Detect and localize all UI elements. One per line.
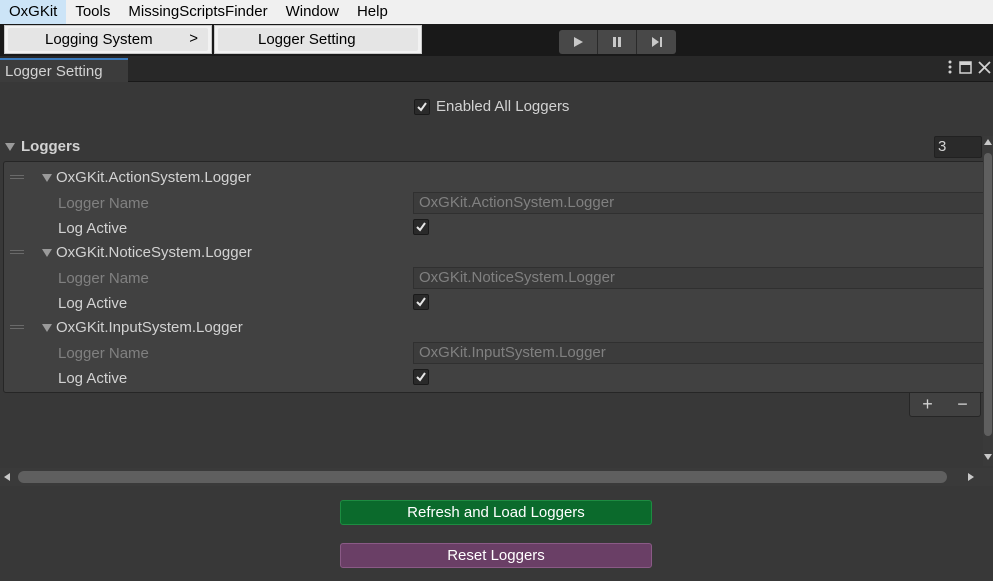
- logger-foldout[interactable]: OxGKit.NoticeSystem.Logger: [42, 244, 252, 261]
- more-options-icon[interactable]: [947, 60, 953, 74]
- drag-handle-icon[interactable]: [10, 175, 24, 179]
- foldout-arrow-icon: [42, 248, 52, 257]
- log-active-label: Log Active: [58, 220, 128, 237]
- menu-item-label: Logger Setting: [258, 31, 356, 48]
- logger-title: OxGKit.InputSystem.Logger: [56, 319, 243, 336]
- checkmark-icon: [416, 372, 426, 382]
- logger-name-label: Logger Name: [58, 270, 149, 287]
- logger-foldout[interactable]: OxGKit.ActionSystem.Logger: [42, 169, 251, 186]
- loggers-list: OxGKit.ActionSystem.Logger Logger Name O…: [3, 161, 993, 393]
- maximize-icon[interactable]: [959, 60, 972, 74]
- list-add-remove-footer: + −: [909, 393, 981, 417]
- checkmark-icon: [416, 297, 426, 307]
- logging-system-submenu: Logger Setting: [214, 25, 422, 54]
- horizontal-scroll-thumb[interactable]: [18, 471, 947, 483]
- foldout-arrow-icon: [42, 173, 52, 182]
- list-item: OxGKit.NoticeSystem.Logger Logger Name O…: [4, 237, 993, 312]
- menu-help[interactable]: Help: [348, 0, 397, 24]
- enabled-all-loggers-label: Enabled All Loggers: [436, 98, 570, 115]
- play-controls: [559, 30, 676, 54]
- menu-window[interactable]: Window: [277, 0, 348, 24]
- submenu-arrow-icon: >: [189, 30, 198, 47]
- vertical-scroll-thumb[interactable]: [984, 153, 992, 436]
- enabled-all-loggers-row: Enabled All Loggers: [414, 98, 569, 115]
- drag-handle-icon[interactable]: [10, 250, 24, 254]
- tab-title: Logger Setting: [5, 63, 103, 80]
- list-item: OxGKit.ActionSystem.Logger Logger Name O…: [4, 162, 993, 237]
- loggers-count-field[interactable]: 3: [934, 136, 982, 158]
- logger-title: OxGKit.ActionSystem.Logger: [56, 169, 252, 186]
- reset-loggers-button[interactable]: Reset Loggers: [340, 543, 652, 568]
- logger-foldout[interactable]: OxGKit.InputSystem.Logger: [42, 319, 243, 336]
- tab-bar: Logger Setting: [0, 56, 993, 82]
- refresh-load-loggers-button[interactable]: Refresh and Load Loggers: [340, 500, 652, 525]
- menu-item-label: Logging System: [45, 31, 153, 48]
- logger-name-label: Logger Name: [58, 345, 149, 362]
- oxgkit-dropdown: Logging System >: [4, 25, 212, 54]
- logger-title: OxGKit.NoticeSystem.Logger: [56, 244, 252, 261]
- tab-controls: [947, 60, 991, 74]
- scroll-up-arrow-icon[interactable]: [984, 139, 992, 145]
- drag-handle-icon[interactable]: [10, 325, 24, 329]
- loggers-label: Loggers: [21, 138, 81, 155]
- logger-name-label: Logger Name: [58, 195, 149, 212]
- log-active-checkbox[interactable]: [413, 219, 429, 235]
- play-icon: [574, 37, 583, 47]
- enabled-all-loggers-checkbox[interactable]: [414, 98, 430, 115]
- log-active-checkbox[interactable]: [413, 369, 429, 385]
- log-active-label: Log Active: [58, 370, 128, 387]
- scroll-down-arrow-icon[interactable]: [984, 454, 992, 460]
- checkmark-icon: [417, 101, 427, 112]
- foldout-arrow-icon: [5, 142, 15, 151]
- menu-missing-scripts-finder[interactable]: MissingScriptsFinder: [119, 0, 276, 24]
- list-item: OxGKit.InputSystem.Logger Logger Name Ox…: [4, 312, 993, 387]
- step-icon: [651, 37, 662, 47]
- remove-item-button[interactable]: −: [957, 394, 968, 415]
- add-item-button[interactable]: +: [922, 394, 933, 415]
- menu-item-logger-setting[interactable]: Logger Setting: [218, 28, 418, 51]
- play-button[interactable]: [559, 30, 598, 54]
- step-button[interactable]: [637, 30, 676, 54]
- menu-tools[interactable]: Tools: [66, 0, 119, 24]
- pause-button[interactable]: [598, 30, 637, 54]
- scroll-right-arrow-icon[interactable]: [968, 473, 974, 481]
- menu-item-logging-system[interactable]: Logging System >: [8, 28, 208, 51]
- close-icon[interactable]: [978, 60, 991, 74]
- loggers-foldout[interactable]: Loggers: [5, 138, 80, 155]
- pause-icon: [613, 37, 621, 47]
- foldout-arrow-icon: [42, 323, 52, 332]
- logger-name-field[interactable]: OxGKit.NoticeSystem.Logger: [413, 267, 993, 289]
- scroll-left-arrow-icon[interactable]: [4, 473, 10, 481]
- log-active-checkbox[interactable]: [413, 294, 429, 310]
- menu-bar: OxGKit Tools MissingScriptsFinder Window…: [0, 0, 993, 24]
- logger-name-field[interactable]: OxGKit.InputSystem.Logger: [413, 342, 993, 364]
- menu-oxgkit[interactable]: OxGKit: [0, 0, 67, 24]
- checkmark-icon: [416, 222, 426, 232]
- logger-name-field[interactable]: OxGKit.ActionSystem.Logger: [413, 192, 993, 214]
- tab-logger-setting[interactable]: Logger Setting: [0, 58, 128, 82]
- log-active-label: Log Active: [58, 295, 128, 312]
